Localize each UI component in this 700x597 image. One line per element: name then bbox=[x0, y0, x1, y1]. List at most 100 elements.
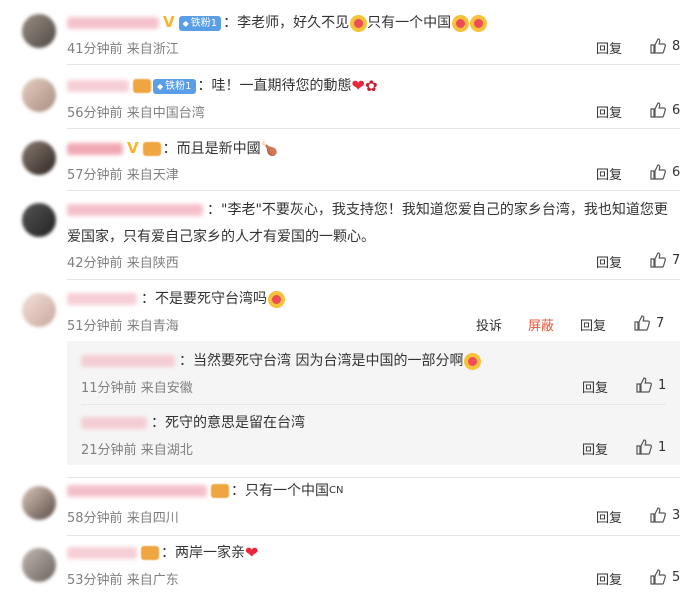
reply-text: 当然要死守台湾 因为台湾是中国的一部分啊 bbox=[193, 353, 464, 369]
avatar[interactable] bbox=[22, 548, 56, 582]
medal-icon bbox=[141, 546, 159, 560]
block-button[interactable]: 屏蔽 bbox=[528, 315, 554, 334]
thumbs-up-icon bbox=[650, 164, 666, 180]
like-button[interactable]: 7 bbox=[650, 252, 680, 268]
crying-emoji-icon bbox=[268, 290, 285, 308]
like-button[interactable]: 5 bbox=[650, 569, 680, 585]
like-count: 1 bbox=[658, 439, 667, 455]
timestamp: 56分钟前 bbox=[67, 106, 123, 121]
comment-text: 两岸一家亲 bbox=[175, 545, 245, 561]
username[interactable] bbox=[67, 143, 123, 155]
like-button[interactable]: 1 bbox=[636, 439, 666, 455]
thumbs-up-icon bbox=[650, 569, 666, 585]
username[interactable] bbox=[67, 485, 207, 497]
like-count: 8 bbox=[672, 38, 681, 54]
verified-icon: V bbox=[127, 139, 139, 157]
username[interactable] bbox=[67, 547, 137, 559]
like-count: 1 bbox=[658, 377, 667, 393]
fan-badge: 铁粉1 bbox=[153, 78, 196, 94]
comment-text: 只有一个中国 bbox=[245, 483, 329, 499]
rose-emoji-icon: ✿ bbox=[364, 77, 378, 95]
like-button[interactable]: 7 bbox=[634, 315, 664, 331]
comment-text-continued: 爱国家，只有爱自己家乡的人才有爱国的一颗心。 bbox=[67, 229, 375, 245]
username[interactable] bbox=[67, 293, 137, 305]
reply-button[interactable]: 回复 bbox=[580, 315, 606, 334]
avatar[interactable] bbox=[22, 203, 56, 237]
reply-text: 死守的意思是留在台湾 bbox=[165, 415, 305, 431]
reply-button[interactable]: 回复 bbox=[596, 102, 622, 121]
comment-text: 哇！一直期待您的動態 bbox=[211, 78, 352, 94]
heart-emoji-icon: ❤ bbox=[245, 543, 259, 562]
username[interactable] bbox=[67, 204, 203, 216]
reply-button[interactable]: 回复 bbox=[596, 38, 622, 57]
thumbs-up-icon bbox=[650, 102, 666, 118]
thumbs-up-icon bbox=[634, 315, 650, 331]
timestamp: 53分钟前 bbox=[67, 573, 123, 588]
reply-thread: ：当然要死守台湾 因为台湾是中国的一部分啊 11分钟前 来自安徽 回复 1 ：死… bbox=[67, 341, 680, 465]
heart-emoji-icon: ❤ bbox=[351, 76, 365, 95]
like-count: 5 bbox=[672, 569, 681, 585]
thumbs-up-icon bbox=[636, 377, 652, 393]
report-button[interactable]: 投诉 bbox=[476, 315, 502, 334]
reply-button[interactable]: 回复 bbox=[582, 377, 608, 396]
medal-icon bbox=[142, 142, 161, 156]
location: 来自天津 bbox=[126, 168, 179, 183]
avatar[interactable] bbox=[22, 293, 56, 327]
timestamp: 57分钟前 bbox=[67, 168, 123, 183]
reply-button[interactable]: 回复 bbox=[596, 252, 622, 271]
smile-emoji-icon bbox=[464, 352, 482, 370]
timestamp: 58分钟前 bbox=[67, 511, 123, 526]
username[interactable] bbox=[67, 17, 159, 29]
location: 来自中国台湾 bbox=[126, 106, 205, 121]
fan-badge: 铁粉1 bbox=[178, 15, 222, 31]
like-count: 3 bbox=[672, 507, 681, 523]
like-count: 7 bbox=[656, 315, 665, 331]
username[interactable] bbox=[81, 355, 175, 367]
like-count: 7 bbox=[672, 252, 681, 268]
comment-text-2: 只有一个中国 bbox=[367, 15, 452, 31]
username[interactable] bbox=[81, 417, 147, 429]
like-count: 6 bbox=[672, 102, 681, 118]
comment-text: 李老师，好久不见 bbox=[237, 15, 350, 31]
comment-text: 而且是新中國 bbox=[176, 141, 261, 157]
location: 来自陕西 bbox=[126, 256, 179, 271]
thumbs-up-icon bbox=[650, 38, 666, 54]
timestamp: 42分钟前 bbox=[67, 256, 123, 271]
kiss-emoji-icon bbox=[452, 14, 470, 32]
cn-flag-icon: CN bbox=[329, 485, 344, 496]
location: 来自广东 bbox=[126, 573, 179, 588]
thumbs-up-icon bbox=[636, 439, 652, 455]
location: 来自浙江 bbox=[126, 42, 179, 57]
like-button[interactable]: 6 bbox=[650, 102, 680, 118]
reply-button[interactable]: 回复 bbox=[596, 164, 622, 183]
medal-icon bbox=[211, 484, 229, 498]
drumstick-emoji-icon: 🍗 bbox=[260, 141, 279, 157]
timestamp: 41分钟前 bbox=[67, 42, 123, 57]
location: 来自四川 bbox=[126, 511, 179, 526]
location: 来自安徽 bbox=[140, 381, 193, 396]
timestamp: 11分钟前 bbox=[81, 381, 137, 396]
username[interactable] bbox=[67, 80, 129, 92]
reply-button[interactable]: 回复 bbox=[596, 569, 622, 588]
reply-button[interactable]: 回复 bbox=[582, 439, 608, 458]
avatar[interactable] bbox=[22, 14, 56, 48]
comment-text: 不是要死守台湾吗 bbox=[155, 291, 267, 307]
like-button[interactable]: 3 bbox=[650, 507, 680, 523]
medal-icon bbox=[133, 79, 151, 93]
kiss-emoji-icon bbox=[350, 14, 368, 32]
thumbs-up-icon bbox=[650, 252, 666, 268]
avatar[interactable] bbox=[22, 78, 56, 112]
verified-icon: V bbox=[163, 13, 175, 31]
like-button[interactable]: 1 bbox=[636, 377, 666, 393]
timestamp: 51分钟前 bbox=[67, 319, 123, 334]
avatar[interactable] bbox=[22, 486, 56, 520]
thumbs-up-icon bbox=[650, 507, 666, 523]
comment-text: "李老"不要灰心，我支持您！我知道您爱自己的家乡台湾，我也知道您更 bbox=[221, 202, 668, 218]
reply-button[interactable]: 回复 bbox=[596, 507, 622, 526]
like-button[interactable]: 8 bbox=[650, 38, 680, 54]
timestamp: 21分钟前 bbox=[81, 443, 137, 458]
avatar[interactable] bbox=[22, 141, 56, 175]
like-count: 6 bbox=[672, 164, 681, 180]
location: 来自青海 bbox=[126, 319, 179, 334]
like-button[interactable]: 6 bbox=[650, 164, 680, 180]
